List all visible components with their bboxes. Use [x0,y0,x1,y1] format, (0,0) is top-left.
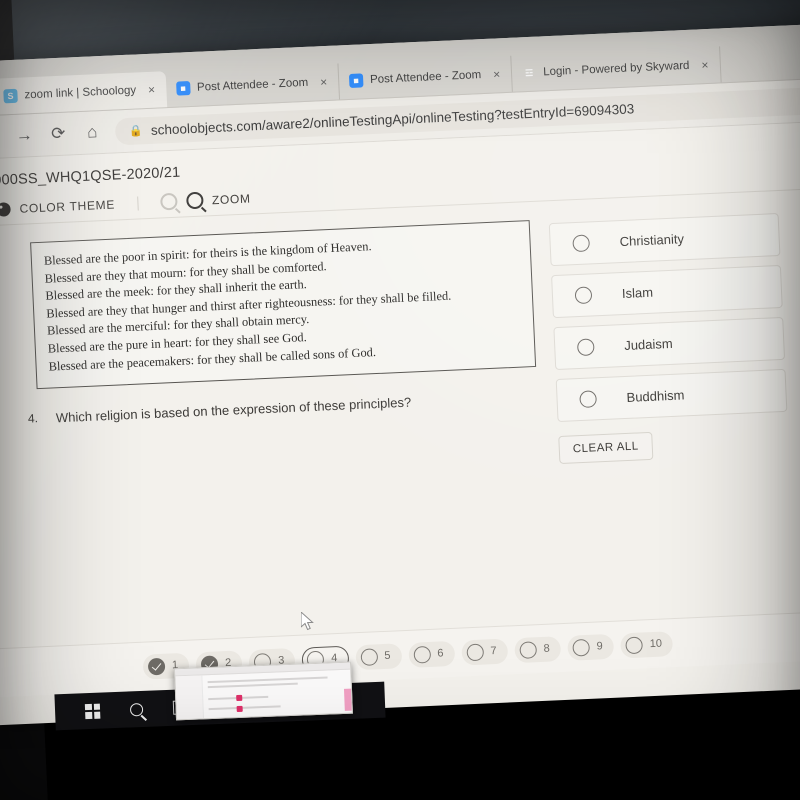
navigator-status-icon [147,657,166,675]
navigator-status-icon [359,647,378,666]
navigator-status-icon [413,645,431,664]
home-icon[interactable]: ⌂ [81,121,104,144]
navigator-question-number: 7 [490,644,497,658]
answer-option[interactable]: Buddhism [555,368,788,423]
color-theme-label: COLOR THEME [19,197,116,216]
browser-tab-title: Login - Powered by Skyward [542,59,690,79]
navigator-question-6[interactable]: 6 [407,640,456,668]
zoom-icon: ■ [175,81,191,96]
lock-icon: 🔒 [128,124,144,138]
answer-option-label: Judaism [623,335,673,353]
answer-option[interactable]: Islam [551,264,783,319]
answer-option[interactable]: Judaism [553,316,786,371]
question-number: 4. [27,411,39,426]
navigator-question-8[interactable]: 8 [514,635,562,663]
answer-options: Christianity Islam Judaism Buddhism CLEAR A… [548,206,800,464]
clear-all-button[interactable]: CLEAR ALL [558,431,654,464]
taskbar-thumbnail-preview[interactable] [174,661,353,721]
reload-icon[interactable]: ⟳ [47,122,70,145]
answer-option[interactable]: Christianity [548,212,781,267]
back-icon[interactable]: ← [0,126,2,149]
close-icon[interactable]: × [696,58,714,73]
close-icon[interactable]: × [143,82,161,97]
skyward-icon: ☲ [524,67,534,78]
browser-tab[interactable]: ■ Post Attendee - Zoom × [338,55,514,100]
navigator-status-icon [466,643,484,661]
online-test-page: 000SS_WHQ1QSE-2020/21 COLOR THEME ZOOM B… [0,120,800,726]
magnifier-plus-icon[interactable] [185,191,204,210]
browser-tab-title: Post Attendee - Zoom [369,69,482,87]
question-prompt: 4. Which religion is based on the expres… [28,388,557,426]
color-theme-button[interactable]: COLOR THEME [0,195,139,217]
navigator-question-number: 9 [596,640,604,653]
forward-icon[interactable]: → [13,124,36,147]
palette-icon [0,201,11,217]
navigator-question-number: 5 [384,649,391,662]
stimulus-passage: Blessed are the poor in spirit: for thei… [30,220,537,390]
question-left-column: Blessed are the poor in spirit: for thei… [0,219,559,489]
address-bar-url: schoolobjects.com/aware2/onlineTestingAp… [150,100,635,138]
navigator-status-icon [572,638,591,657]
photographed-laptop-screen: Szoom link | Schoology × ■ Post Attendee - … [0,0,800,800]
navigator-question-7[interactable]: 7 [460,637,509,666]
navigator-question-5[interactable]: 5 [354,642,403,670]
radio-button-icon[interactable] [574,286,593,305]
browser-window: Szoom link | Schoology × ■ Post Attendee - … [0,22,800,726]
question-text: Which religion is based on the expressio… [55,394,412,426]
windows-start-icon[interactable] [84,703,101,719]
browser-tab[interactable]: ■ Post Attendee - Zoom × [165,63,340,108]
close-icon[interactable]: × [488,67,506,82]
navigator-question-9[interactable]: 9 [567,633,615,661]
navigator-question-number: 10 [649,637,663,651]
magnifier-minus-icon[interactable] [159,192,178,211]
answer-option-label: Islam [621,284,654,302]
browser-tab[interactable]: Szoom link | Schoology × [0,71,167,115]
navigator-question-10[interactable]: 10 [620,630,674,658]
browser-tab-title: Post Attendee - Zoom [196,76,309,94]
answer-option-label: Buddhism [626,387,685,405]
radio-button-icon[interactable] [576,338,595,357]
radio-button-icon[interactable] [572,234,591,253]
close-icon[interactable]: × [315,75,333,90]
question-body: Blessed are the poor in spirit: for thei… [0,188,800,490]
navigator-question-number: 6 [437,647,444,660]
zoom-controls: ZOOM [138,189,251,211]
schoology-icon: S [3,88,18,104]
navigator-status-icon [625,635,644,654]
zoom-icon: ■ [348,73,364,88]
browser-tab-title: zoom link | Schoology [24,84,137,102]
answer-option-label: Christianity [619,231,685,250]
radio-button-icon[interactable] [579,390,597,409]
question-navigator: 1 2 3 4 5 6 7 8 9 10 [0,609,800,698]
navigator-status-icon [519,640,537,659]
zoom-label: ZOOM [211,190,251,207]
navigator-question-number: 8 [543,642,550,655]
search-icon[interactable] [129,702,144,716]
